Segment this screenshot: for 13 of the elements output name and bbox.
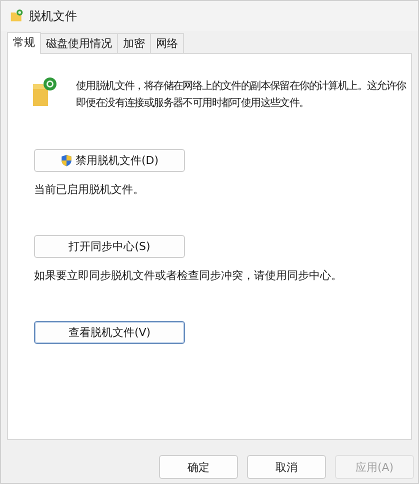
dialog-button[interactable]: 确定 — [159, 455, 238, 479]
action-button[interactable]: 查看脱机文件(V) — [34, 321, 185, 344]
action-button[interactable]: 禁用脱机文件(D) — [34, 149, 185, 172]
window-title: 脱机文件 — [29, 8, 77, 24]
folder-icon — [10, 9, 24, 23]
note-text: 当前已启用脱机文件。 — [34, 182, 145, 197]
tab[interactable]: 常规 — [7, 32, 41, 54]
tab[interactable]: 网络 — [150, 33, 184, 53]
shield-icon — [60, 154, 74, 167]
action-button[interactable]: 打开同步中心(S) — [34, 235, 185, 258]
description-text: 使用脱机文件，将存储在网络上的文件的副本保留在你的计算机上。这允许你即便在没有连接或服务器不可用时都可使用这些文件。 — [76, 79, 408, 111]
dialog-button[interactable]: 取消 — [247, 455, 326, 479]
note-text: 如果要立即同步脱机文件或者检查同步冲突，请使用同步中心。 — [34, 268, 343, 283]
